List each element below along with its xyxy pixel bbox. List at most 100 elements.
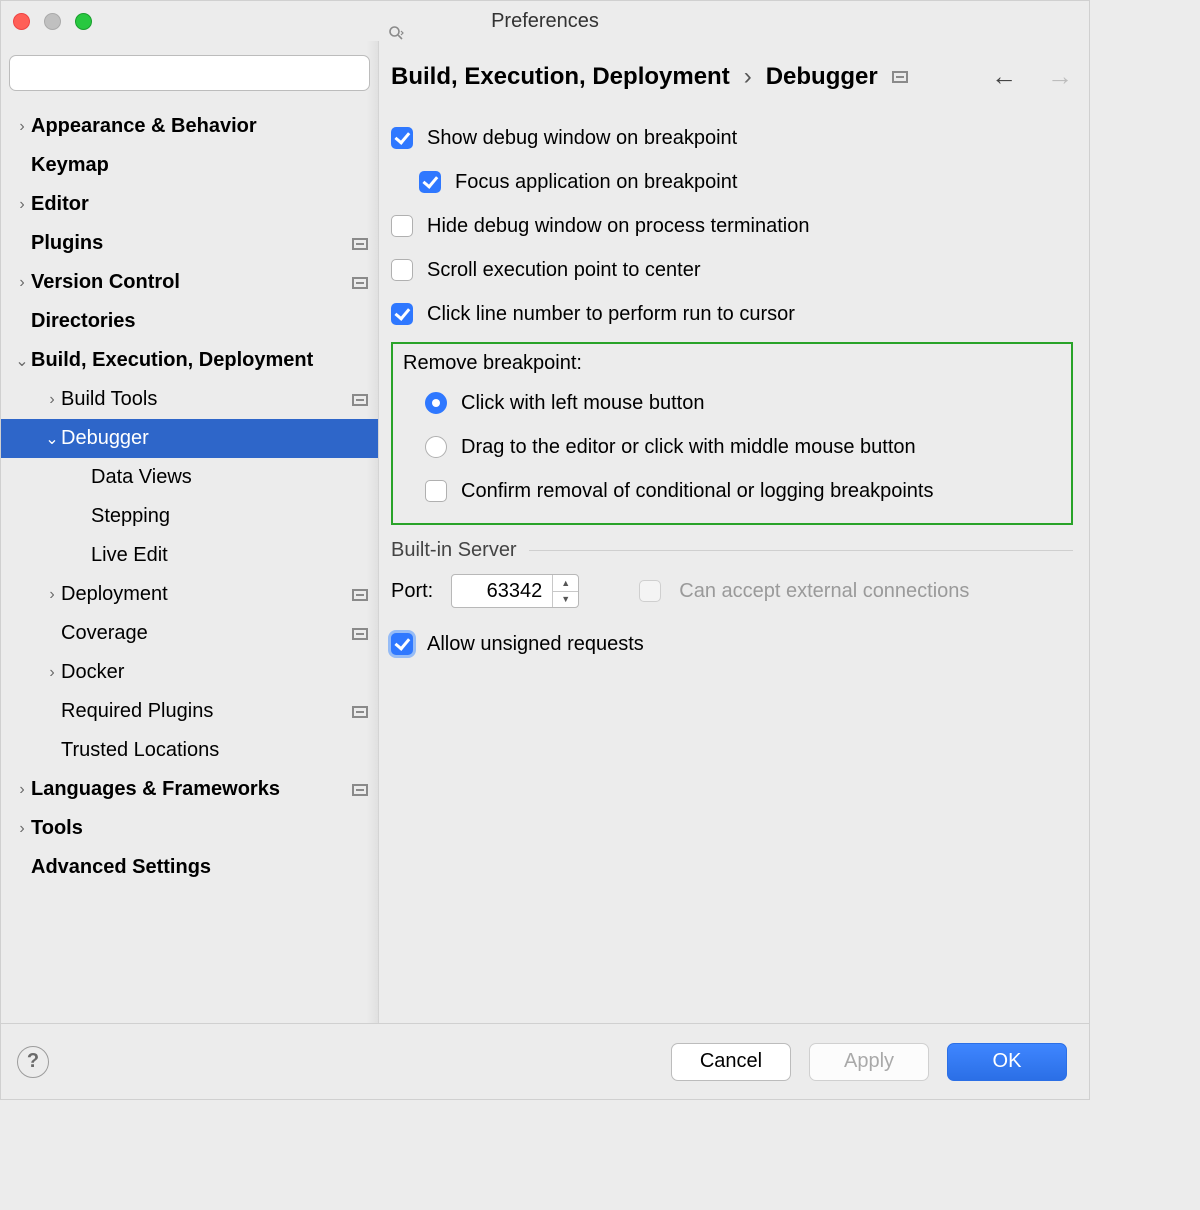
config-scope-icon xyxy=(352,277,368,289)
tree-item-label: Editor xyxy=(31,193,368,216)
tree-item[interactable]: Stepping xyxy=(1,497,378,536)
chevron-right-icon[interactable]: › xyxy=(43,391,61,409)
tree-item[interactable]: ›Appearance & Behavior xyxy=(1,107,378,146)
chevron-right-icon: › xyxy=(744,63,752,91)
apply-button: Apply xyxy=(809,1043,929,1081)
nav-forward-button: → xyxy=(1047,61,1073,92)
checkbox-show-debug-window[interactable] xyxy=(391,127,413,149)
label-builtin-server: Built-in Server xyxy=(391,539,517,562)
checkbox-click-line-run[interactable] xyxy=(391,303,413,325)
checkbox-focus-application[interactable] xyxy=(419,171,441,193)
port-step-up[interactable]: ▲ xyxy=(553,575,578,591)
port-step-down[interactable]: ▼ xyxy=(553,591,578,608)
radio-drag-middle[interactable] xyxy=(425,436,447,458)
checkbox-accept-external xyxy=(639,580,661,602)
checkbox-confirm-removal[interactable] xyxy=(425,480,447,502)
chevron-right-icon[interactable]: › xyxy=(13,274,31,292)
tree-item-label: Version Control xyxy=(31,271,352,294)
tree-item[interactable]: Keymap xyxy=(1,146,378,185)
label-accept-external: Can accept external connections xyxy=(679,580,969,603)
section-divider xyxy=(529,550,1073,551)
chevron-right-icon[interactable]: › xyxy=(13,118,31,136)
config-scope-icon xyxy=(352,784,368,796)
config-scope-icon xyxy=(352,394,368,406)
label-remove-breakpoint: Remove breakpoint: xyxy=(399,350,1065,381)
label-confirm-removal: Confirm removal of conditional or loggin… xyxy=(461,480,933,503)
breadcrumb-parent[interactable]: Build, Execution, Deployment xyxy=(391,63,730,91)
label-radio-left-click: Click with left mouse button xyxy=(461,392,704,415)
chevron-right-icon[interactable]: › xyxy=(43,586,61,604)
titlebar: Preferences xyxy=(1,1,1089,41)
tree-item-label: Appearance & Behavior xyxy=(31,115,368,138)
dialog-footer: ? Cancel Apply OK xyxy=(1,1023,1089,1099)
tree-item-label: Advanced Settings xyxy=(31,856,368,879)
config-scope-icon xyxy=(892,71,908,83)
breadcrumb: Build, Execution, Deployment › Debugger xyxy=(391,63,878,91)
tree-item-label: Plugins xyxy=(31,232,352,255)
label-hide-on-termination: Hide debug window on process termination xyxy=(427,215,809,238)
tree-item-label: Directories xyxy=(31,310,368,333)
remove-breakpoint-highlight: Remove breakpoint: Click with left mouse… xyxy=(391,342,1073,525)
tree-item-label: Stepping xyxy=(91,505,368,528)
checkbox-scroll-center[interactable] xyxy=(391,259,413,281)
label-radio-drag-middle: Drag to the editor or click with middle … xyxy=(461,436,916,459)
tree-item[interactable]: ›Tools xyxy=(1,809,378,848)
label-focus-application: Focus application on breakpoint xyxy=(455,171,737,194)
tree-item[interactable]: Plugins xyxy=(1,224,378,263)
label-click-line-run: Click line number to perform run to curs… xyxy=(427,303,795,326)
tree-item-label: Build, Execution, Deployment xyxy=(31,349,368,372)
chevron-down-icon[interactable]: ⌄ xyxy=(43,429,61,449)
help-button[interactable]: ? xyxy=(17,1046,49,1078)
search-input[interactable] xyxy=(9,55,370,91)
tree-item-label: Coverage xyxy=(61,622,352,645)
ok-button[interactable]: OK xyxy=(947,1043,1067,1081)
window-title: Preferences xyxy=(1,10,1089,33)
tree-item[interactable]: Coverage xyxy=(1,614,378,653)
tree-item[interactable]: ›Editor xyxy=(1,185,378,224)
tree-item[interactable]: Advanced Settings xyxy=(1,848,378,887)
tree-item-label: Data Views xyxy=(91,466,368,489)
label-port: Port: xyxy=(391,580,433,603)
tree-item[interactable]: Data Views xyxy=(1,458,378,497)
label-allow-unsigned: Allow unsigned requests xyxy=(427,633,644,656)
tree-item[interactable]: Directories xyxy=(1,302,378,341)
tree-item[interactable]: Trusted Locations xyxy=(1,731,378,770)
tree-item[interactable]: ›Version Control xyxy=(1,263,378,302)
tree-item[interactable]: Required Plugins xyxy=(1,692,378,731)
chevron-right-icon[interactable]: › xyxy=(43,664,61,682)
config-scope-icon xyxy=(352,589,368,601)
label-show-debug-window: Show debug window on breakpoint xyxy=(427,127,737,150)
port-input[interactable] xyxy=(452,575,552,607)
label-scroll-center: Scroll execution point to center xyxy=(427,259,701,282)
chevron-down-icon[interactable]: ⌄ xyxy=(13,351,31,371)
tree-item[interactable]: ›Build Tools xyxy=(1,380,378,419)
nav-back-button[interactable]: ← xyxy=(991,61,1017,92)
tree-item[interactable]: ›Languages & Frameworks xyxy=(1,770,378,809)
tree-item-label: Live Edit xyxy=(91,544,368,567)
tree-item-label: Required Plugins xyxy=(61,700,352,723)
tree-item[interactable]: ›Deployment xyxy=(1,575,378,614)
radio-left-click[interactable] xyxy=(425,392,447,414)
checkbox-hide-on-termination[interactable] xyxy=(391,215,413,237)
tree-item[interactable]: ›Docker xyxy=(1,653,378,692)
config-scope-icon xyxy=(352,238,368,250)
tree-item[interactable]: Live Edit xyxy=(1,536,378,575)
chevron-right-icon[interactable]: › xyxy=(13,781,31,799)
breadcrumb-current: Debugger xyxy=(766,63,878,91)
chevron-right-icon[interactable]: › xyxy=(13,196,31,214)
tree-item-label: Tools xyxy=(31,817,368,840)
settings-tree: ›Appearance & BehaviorKeymap›EditorPlugi… xyxy=(1,99,378,1023)
sidebar: ›Appearance & BehaviorKeymap›EditorPlugi… xyxy=(1,41,379,1023)
tree-item-label: Deployment xyxy=(61,583,352,606)
port-spinner[interactable]: ▲ ▼ xyxy=(451,574,579,608)
checkbox-allow-unsigned[interactable] xyxy=(391,633,413,655)
tree-item-label: Languages & Frameworks xyxy=(31,778,352,801)
chevron-right-icon[interactable]: › xyxy=(13,820,31,838)
tree-item[interactable]: ⌄Build, Execution, Deployment xyxy=(1,341,378,380)
config-scope-icon xyxy=(352,628,368,640)
config-scope-icon xyxy=(352,706,368,718)
tree-item-label: Docker xyxy=(61,661,368,684)
settings-content: Build, Execution, Deployment › Debugger … xyxy=(379,41,1089,1023)
tree-item[interactable]: ⌄Debugger xyxy=(1,419,378,458)
cancel-button[interactable]: Cancel xyxy=(671,1043,791,1081)
